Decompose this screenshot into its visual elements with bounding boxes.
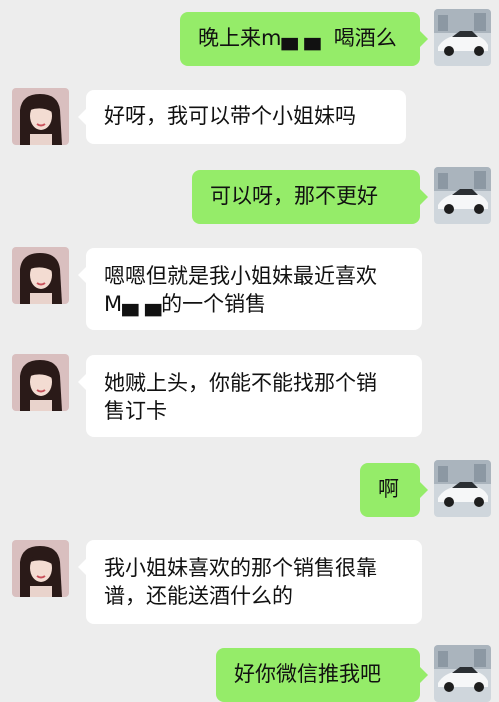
incoming-message-bubble[interactable]: 嗯嗯但就是我小姐妹最近喜欢 M▄ ▄的一个销售 xyxy=(78,248,422,330)
incoming-message-bubble[interactable]: 好呀，我可以带个小姐妹吗 xyxy=(78,90,406,144)
white-sports-car-avatar[interactable] xyxy=(434,167,491,224)
outgoing-message-bubble[interactable]: 可以呀，那不更好 xyxy=(192,170,428,224)
chat-conversation: 晚上来m▄ ▄ 喝酒么 好呀，我可以带个小姐妹吗 可以呀，那不更好 嗯嗯但就是我… xyxy=(0,0,499,702)
outgoing-message-bubble[interactable]: 晚上来m▄ ▄ 喝酒么 xyxy=(180,12,428,66)
white-sports-car-avatar[interactable] xyxy=(434,9,491,66)
white-sports-car-avatar[interactable] xyxy=(434,645,491,702)
woman-photo-avatar[interactable] xyxy=(12,354,69,411)
outgoing-message-bubble[interactable]: 好你微信推我吧 xyxy=(216,648,428,702)
incoming-message-bubble[interactable]: 我小姐妹喜欢的那个销售很靠 谱，还能送酒什么的 xyxy=(78,540,422,624)
woman-photo-avatar[interactable] xyxy=(12,540,69,597)
white-sports-car-avatar[interactable] xyxy=(434,460,491,517)
incoming-message-bubble[interactable]: 她贼上头，你能不能找那个销 售订卡 xyxy=(78,355,422,437)
woman-photo-avatar[interactable] xyxy=(12,247,69,304)
woman-photo-avatar[interactable] xyxy=(12,88,69,145)
outgoing-message-bubble[interactable]: 啊 xyxy=(360,463,428,517)
